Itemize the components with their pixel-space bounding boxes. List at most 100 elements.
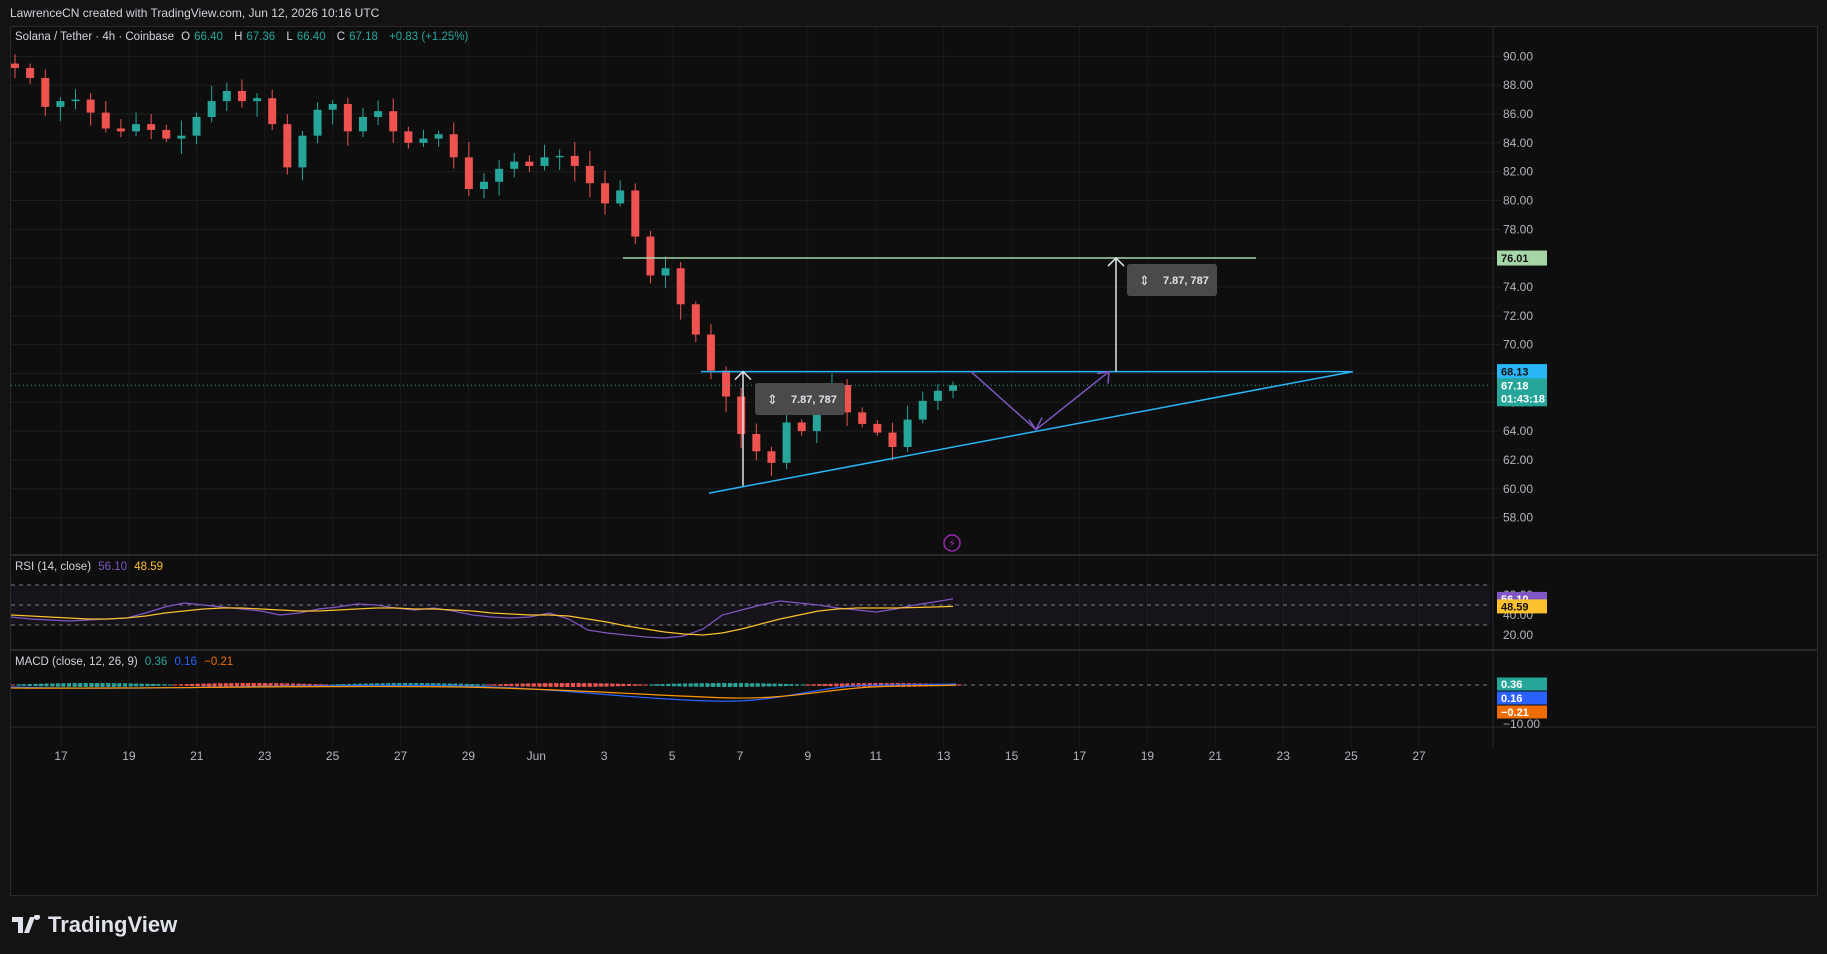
chart-area[interactable]: 90.0088.0086.0084.0082.0080.0078.0076.00… bbox=[10, 26, 1818, 896]
candle-body bbox=[404, 131, 413, 143]
macd-value: 0.36 bbox=[144, 656, 168, 668]
macd-histogram-bar bbox=[201, 683, 206, 687]
candle-body bbox=[358, 116, 367, 132]
macd-histogram-bar bbox=[111, 683, 116, 687]
macd-histogram-bar bbox=[839, 683, 844, 687]
low-value: 66.40 bbox=[296, 31, 326, 43]
macd-histogram-bar bbox=[806, 684, 811, 686]
macd-histogram-bar bbox=[699, 683, 704, 687]
time-axis-label: 21 bbox=[1209, 749, 1223, 763]
macd-histogram-bar bbox=[190, 683, 195, 687]
macd-histogram-bar bbox=[487, 684, 491, 686]
macd-histogram-bar bbox=[778, 683, 783, 687]
macd-histogram-bar bbox=[162, 684, 167, 686]
macd-histogram-bar bbox=[638, 684, 643, 686]
macd-histogram-bar bbox=[55, 683, 60, 687]
last-price-tag: 67.18 bbox=[1501, 380, 1529, 392]
measure-icon: ⇕ bbox=[1139, 273, 1150, 288]
tradingview-brand: TradingView bbox=[48, 912, 178, 937]
macd-histogram-bar bbox=[744, 683, 749, 687]
open-value: 66.40 bbox=[194, 31, 223, 43]
rsi-label[interactable]: RSI (14, close) bbox=[15, 561, 91, 573]
macd-histogram-bar bbox=[520, 683, 525, 687]
symbol-name[interactable]: Solana / Tether · 4h · Coinbase bbox=[15, 31, 174, 43]
macd-histogram-bar bbox=[649, 684, 654, 686]
time-axis-label: 11 bbox=[870, 749, 883, 763]
macd-histogram-bar bbox=[576, 683, 581, 687]
candle-body bbox=[162, 129, 171, 139]
macd-histogram-bar bbox=[515, 683, 519, 687]
price-axis-label: 72.00 bbox=[1503, 309, 1533, 323]
macd-histogram-bar bbox=[509, 683, 514, 687]
time-axis-label: 19 bbox=[122, 749, 136, 763]
macd-histogram-bar bbox=[739, 683, 743, 687]
time-axis-label: 25 bbox=[1344, 749, 1358, 763]
time-axis-label: 5 bbox=[669, 749, 676, 763]
macd-histogram-bar bbox=[811, 684, 816, 686]
macd-histogram-bar bbox=[207, 683, 211, 687]
candle-body bbox=[676, 268, 685, 305]
time-axis-label: 7 bbox=[737, 749, 744, 763]
macd-histogram-bar bbox=[27, 684, 32, 686]
macd-histogram-bar bbox=[632, 684, 637, 686]
candle-body bbox=[177, 135, 186, 139]
macd-histogram-bar bbox=[823, 683, 827, 687]
macd-histogram-bar bbox=[688, 683, 693, 687]
macd-histogram-bar bbox=[610, 683, 615, 687]
macd-histogram-bar bbox=[750, 683, 755, 687]
candle-body bbox=[283, 124, 292, 168]
resistance-price-tag: 68.13 bbox=[1501, 367, 1529, 379]
rsi-axis-label: 20.00 bbox=[1503, 628, 1533, 642]
macd-histogram-bar bbox=[627, 683, 631, 687]
macd-histogram-bar bbox=[498, 684, 503, 686]
rsi-value: 56.10 bbox=[98, 561, 128, 573]
macd-histogram-bar bbox=[716, 683, 721, 687]
candle-body bbox=[253, 98, 262, 102]
macd-histogram-bar bbox=[492, 684, 497, 686]
tradingview-logo[interactable]: TradingView bbox=[12, 912, 177, 938]
candle-body bbox=[434, 134, 443, 139]
time-axis-label: 27 bbox=[394, 749, 408, 763]
candle-body bbox=[797, 422, 806, 432]
macd-histogram-bar bbox=[571, 683, 575, 687]
macd-histogram-bar bbox=[834, 683, 839, 687]
candle-body bbox=[343, 103, 352, 132]
candle-body bbox=[101, 112, 110, 129]
macd-histogram-bar bbox=[33, 683, 38, 687]
countdown-tag: 01:43:18 bbox=[1501, 393, 1545, 405]
macd-histogram-bar bbox=[173, 684, 178, 686]
macd-histogram-bar bbox=[643, 684, 648, 686]
candle-body bbox=[510, 161, 519, 169]
macd-histogram-bar bbox=[655, 684, 659, 686]
measure-label: 7.87, 787 bbox=[1163, 275, 1209, 287]
candle-body bbox=[480, 181, 488, 189]
measure-icon: ⇕ bbox=[767, 392, 778, 407]
price-axis-label: 88.00 bbox=[1503, 78, 1533, 92]
macd-histogram-bar bbox=[671, 683, 676, 687]
macd-histogram-bar bbox=[543, 683, 547, 687]
candle-body bbox=[585, 165, 594, 184]
macd-histogram-bar bbox=[72, 683, 77, 687]
candle-body bbox=[389, 111, 398, 132]
macd-label[interactable]: MACD (close, 12, 26, 9) bbox=[15, 656, 138, 668]
time-axis-label: 3 bbox=[601, 749, 608, 763]
macd-histogram-bar bbox=[128, 683, 133, 687]
price-axis-label: 64.00 bbox=[1503, 424, 1533, 438]
chart-svg[interactable]: 90.0088.0086.0084.0082.0080.0078.0076.00… bbox=[11, 27, 1817, 895]
chart-attribution: LawrenceCN created with TradingView.com,… bbox=[10, 6, 380, 20]
macd-value-tag: 0.36 bbox=[1501, 679, 1522, 691]
candle-body bbox=[691, 304, 700, 335]
hist-value: −0.21 bbox=[204, 656, 234, 668]
measure-label: 7.87, 787 bbox=[791, 394, 837, 406]
macd-histogram-bar bbox=[503, 683, 508, 687]
candle-body bbox=[737, 396, 746, 434]
macd-histogram-bar bbox=[212, 683, 217, 687]
macd-histogram-bar bbox=[565, 683, 570, 687]
low-label: L bbox=[286, 31, 293, 43]
price-axis-label: 60.00 bbox=[1503, 482, 1533, 496]
macd-histogram-bar bbox=[800, 684, 805, 686]
price-axis-label: 84.00 bbox=[1503, 136, 1533, 150]
macd-legend: MACD (close, 12, 26, 9) 0.36 0.16 −0.21 bbox=[15, 656, 237, 668]
macd-histogram-bar bbox=[78, 683, 83, 687]
candle-body bbox=[116, 128, 125, 132]
